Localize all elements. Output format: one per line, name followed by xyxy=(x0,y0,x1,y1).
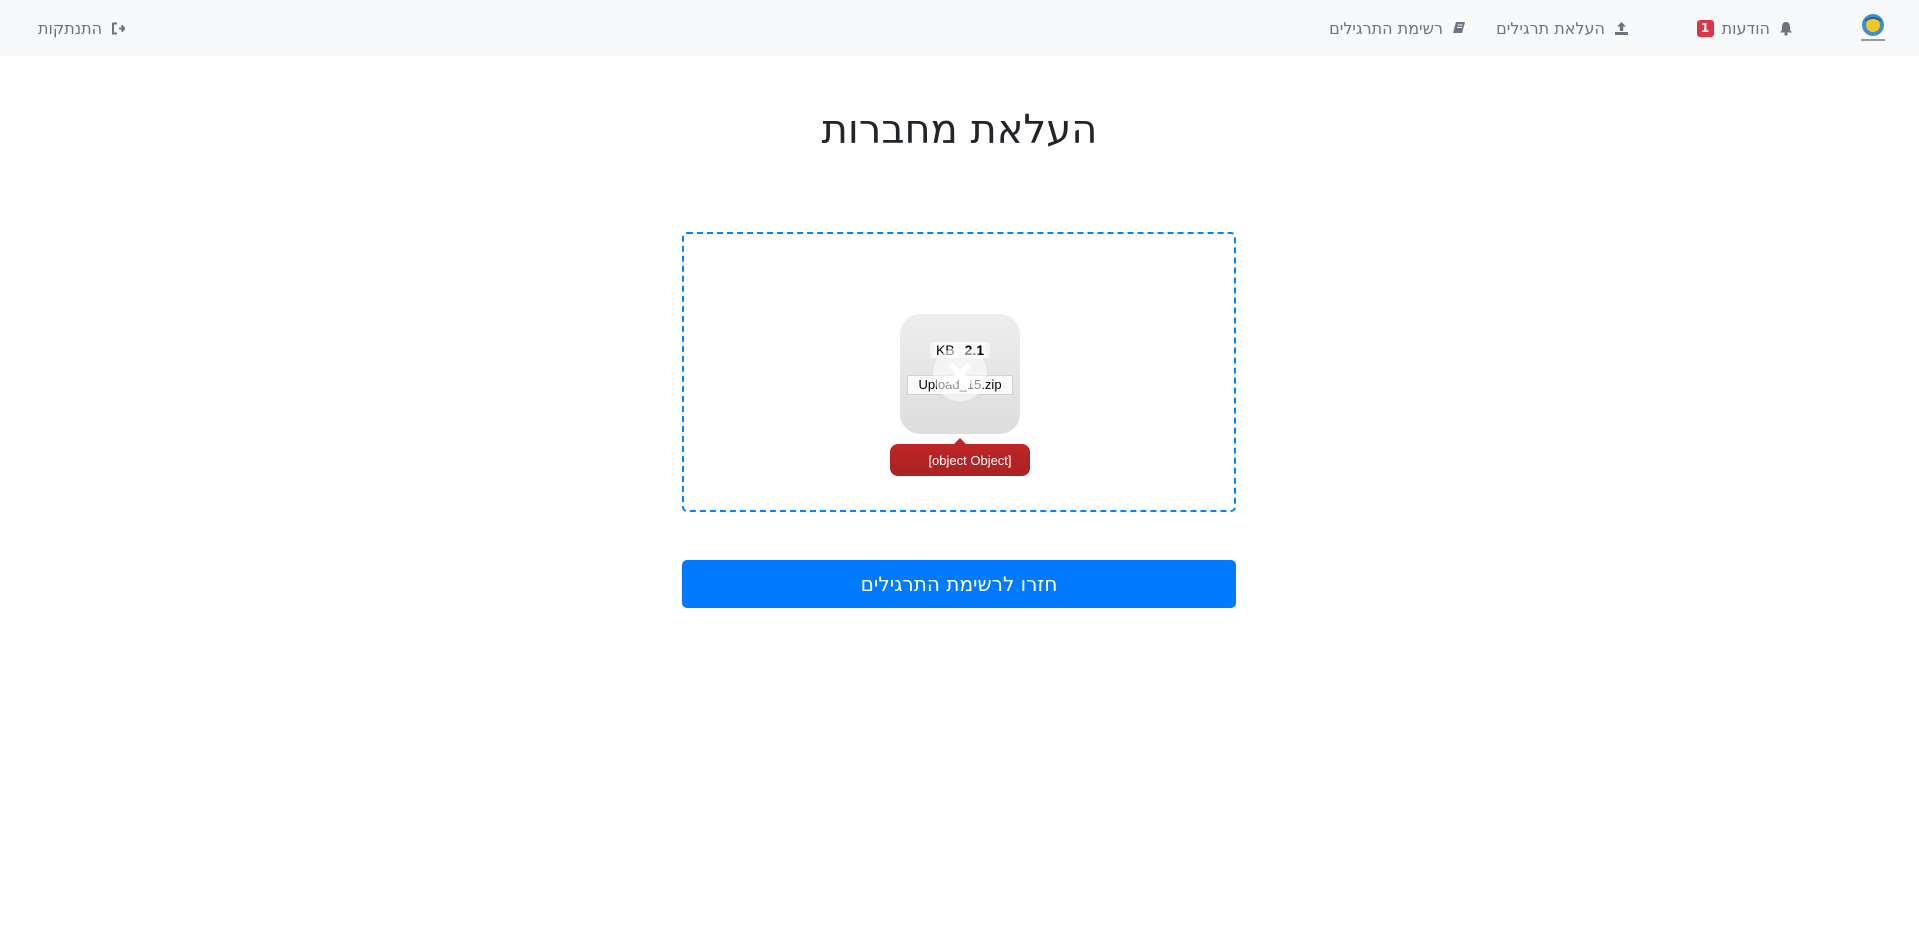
nav-upload-exercises[interactable]: העלאת תרגילים xyxy=(1496,0,1629,56)
upload-error-message: [object Object] xyxy=(890,438,1030,476)
file-dropzone[interactable]: KB 2.1 Upload_15.zip [object Object] xyxy=(682,232,1236,512)
sign-out-icon xyxy=(110,20,126,36)
book-icon xyxy=(1451,20,1467,36)
nav-exercise-list[interactable]: רשימת התרגילים xyxy=(1329,0,1467,56)
nav-notifications[interactable]: הודעות 1 xyxy=(1696,0,1794,56)
nav-logout-label: התנתקות xyxy=(38,18,103,38)
error-x-icon xyxy=(933,347,987,401)
upload-icon xyxy=(1613,20,1629,36)
nav-notifications-label: הודעות xyxy=(1721,18,1770,38)
nav-exercise-list-label: רשימת התרגילים xyxy=(1329,18,1443,38)
top-navbar: הודעות 1 העלאת תרגילים רשימת התרגילים הת… xyxy=(0,0,1919,56)
back-to-exercise-list-button[interactable]: חזרו לרשימת התרגילים xyxy=(682,560,1236,608)
organization-logo-icon[interactable] xyxy=(1859,12,1889,44)
notification-count-badge: 1 xyxy=(1696,19,1714,37)
bell-icon xyxy=(1778,20,1794,36)
file-preview: KB 2.1 Upload_15.zip xyxy=(900,314,1020,434)
nav-upload-exercises-label: העלאת תרגילים xyxy=(1496,18,1605,38)
page-title: העלאת מחברות xyxy=(821,107,1098,153)
nav-logout[interactable]: התנתקות xyxy=(38,0,126,56)
